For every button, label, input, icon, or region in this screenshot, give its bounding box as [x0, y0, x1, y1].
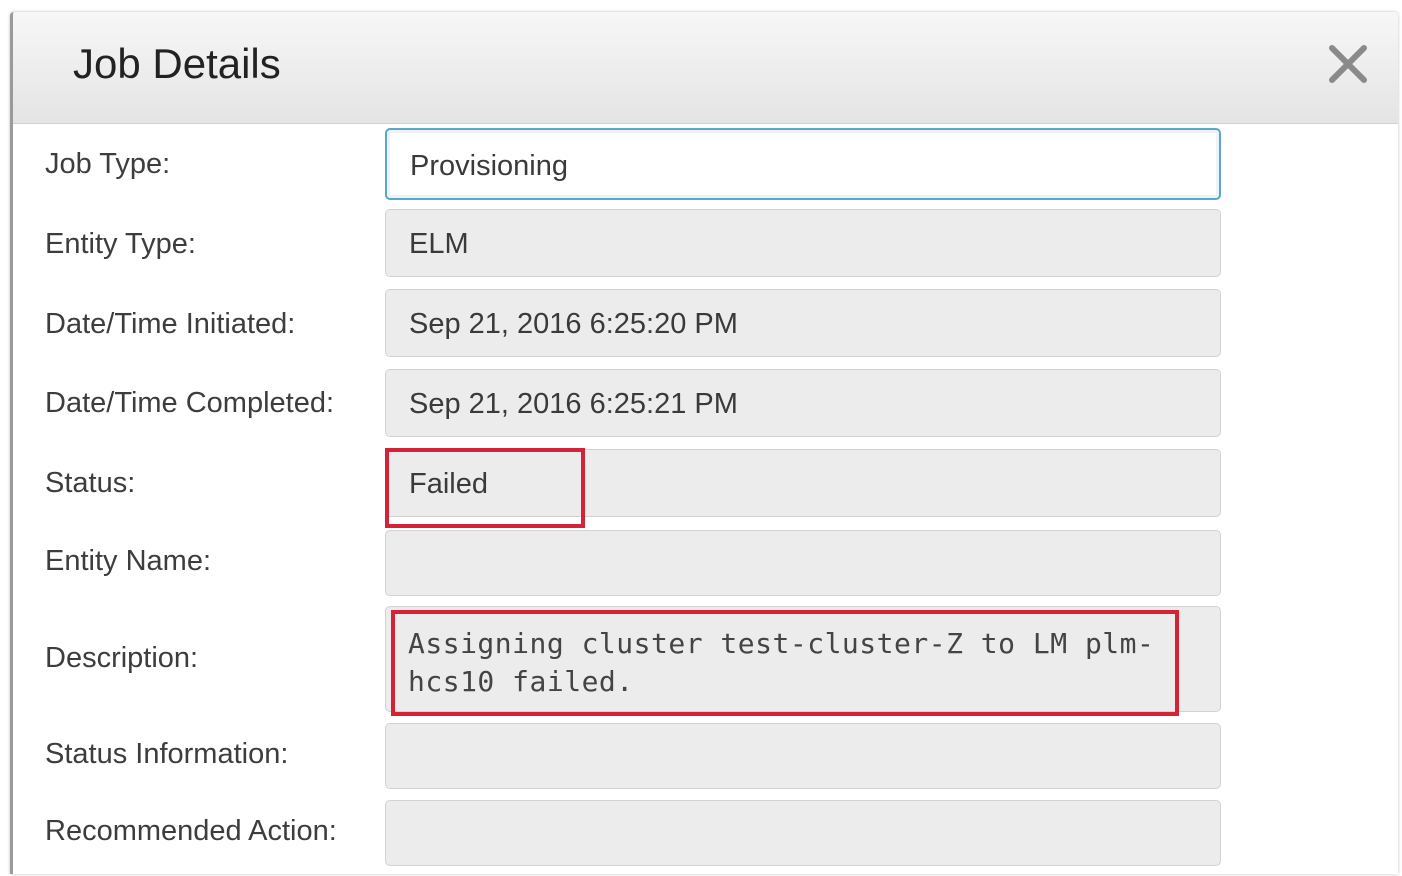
- dialog-title: Job Details: [73, 40, 281, 87]
- description-label: Description:: [45, 642, 199, 674]
- recommended-action-field[interactable]: [385, 800, 1221, 866]
- entity-name-label: Entity Name:: [45, 545, 211, 577]
- job-details-dialog: Job Details Job Type: Provisioning Entit…: [10, 12, 1398, 874]
- completed-value: Sep 21, 2016 6:25:21 PM: [409, 388, 738, 420]
- initiated-field[interactable]: Sep 21, 2016 6:25:20 PM: [385, 289, 1221, 357]
- recommended-action-label: Recommended Action:: [45, 815, 337, 847]
- initiated-value: Sep 21, 2016 6:25:20 PM: [409, 308, 738, 340]
- initiated-label: Date/Time Initiated:: [45, 308, 296, 340]
- job-type-value: Provisioning: [410, 150, 568, 182]
- description-value: Assigning cluster test-cluster-Z to LM p…: [408, 627, 1155, 698]
- status-information-field[interactable]: [385, 723, 1221, 789]
- job-type-field[interactable]: Provisioning: [385, 128, 1221, 200]
- description-field[interactable]: Assigning cluster test-cluster-Z to LM p…: [385, 606, 1221, 712]
- entity-name-field[interactable]: [385, 530, 1221, 596]
- status-field[interactable]: Failed: [385, 449, 1221, 517]
- dialog-header: Job Details: [13, 12, 1398, 124]
- entity-type-field[interactable]: ELM: [385, 209, 1221, 277]
- status-value: Failed: [409, 468, 488, 500]
- completed-field[interactable]: Sep 21, 2016 6:25:21 PM: [385, 369, 1221, 437]
- status-label: Status:: [45, 467, 136, 499]
- job-type-label: Job Type:: [45, 148, 171, 180]
- entity-type-label: Entity Type:: [45, 228, 196, 260]
- completed-label: Date/Time Completed:: [45, 387, 335, 419]
- close-icon[interactable]: [1326, 42, 1370, 86]
- entity-type-value: ELM: [409, 228, 469, 260]
- status-information-label: Status Information:: [45, 738, 289, 770]
